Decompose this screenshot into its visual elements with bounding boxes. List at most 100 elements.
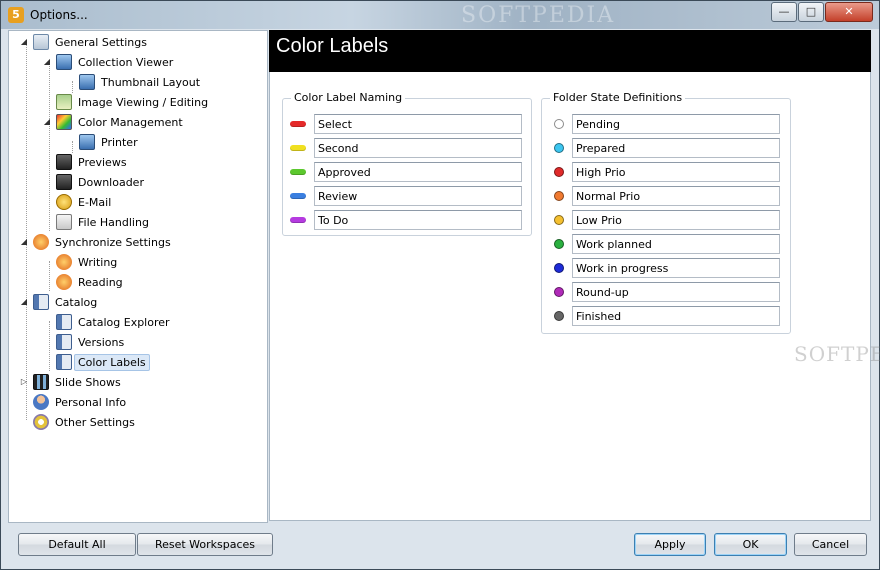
tree-item-printer[interactable]: Printer [79, 133, 138, 151]
collapse-arrow-icon[interactable]: ◢ [42, 117, 52, 127]
collapse-arrow-icon[interactable]: ◢ [42, 57, 52, 67]
monitor-icon [56, 54, 72, 70]
cancel-button[interactable]: Cancel [794, 533, 867, 556]
tree-item-catalog[interactable]: ◢ Catalog [19, 293, 97, 311]
close-button[interactable]: ✕ [825, 2, 873, 22]
state-name-field[interactable]: High Prio [572, 162, 780, 182]
settings-tree[interactable]: ◢ General Settings ◢ Collection Viewer T… [8, 30, 268, 523]
catalog-icon [33, 294, 49, 310]
state-name-field[interactable]: Finished [572, 306, 780, 326]
film-icon [33, 374, 49, 390]
collapse-arrow-icon[interactable]: ◢ [19, 297, 29, 307]
label-name-field[interactable]: Select [314, 114, 522, 134]
state-row: Work planned [542, 233, 780, 255]
red-swatch-icon [290, 121, 306, 127]
state-name-field[interactable]: Pending [572, 114, 780, 134]
tree-connector [72, 81, 73, 93]
label-row: Select [283, 113, 522, 135]
label-name-field[interactable]: Review [314, 186, 522, 206]
tree-item-downloader[interactable]: Downloader [56, 173, 144, 191]
yellow-dot-icon [554, 215, 564, 225]
state-row: Normal Prio [542, 185, 780, 207]
label-row: Review [283, 185, 522, 207]
tree-item-synchronize-settings[interactable]: ◢ Synchronize Settings [19, 233, 171, 251]
apply-button[interactable]: Apply [634, 533, 706, 556]
camera-icon [56, 174, 72, 190]
title-bar[interactable]: 5 Options... SOFTPEDIA — □ ✕ [1, 1, 879, 29]
collapse-arrow-icon[interactable]: ◢ [19, 37, 29, 47]
picture-icon [56, 94, 72, 110]
monitor-icon [79, 74, 95, 90]
gear-icon [33, 414, 49, 430]
file-icon [56, 214, 72, 230]
catalog-icon [56, 314, 72, 330]
monitor-icon [79, 134, 95, 150]
state-name-field[interactable]: Round-up [572, 282, 780, 302]
default-all-button[interactable]: Default All [18, 533, 136, 556]
sync-icon [56, 274, 72, 290]
label-name-field[interactable]: Second [314, 138, 522, 158]
tree-connector [26, 42, 27, 420]
collapse-arrow-icon[interactable]: ◢ [19, 237, 29, 247]
label-name-field[interactable]: To Do [314, 210, 522, 230]
state-name-field[interactable]: Low Prio [572, 210, 780, 230]
state-row: Work in progress [542, 257, 780, 279]
tree-item-thumbnail-layout[interactable]: Thumbnail Layout [79, 73, 200, 91]
content-panel: Color Label Naming Select Second Approve… [269, 72, 880, 521]
document-icon [33, 34, 49, 50]
gray-dot-icon [554, 311, 564, 321]
green-dot-icon [554, 239, 564, 249]
cyan-dot-icon [554, 143, 564, 153]
camera-icon [56, 154, 72, 170]
tree-item-writing[interactable]: Writing [56, 253, 117, 271]
tree-connector [49, 321, 50, 371]
color-icon [56, 114, 72, 130]
tree-item-file-handling[interactable]: File Handling [56, 213, 149, 231]
white-dot-icon [554, 119, 564, 129]
reset-workspaces-button[interactable]: Reset Workspaces [137, 533, 273, 556]
state-name-field[interactable]: Work in progress [572, 258, 780, 278]
state-row: Low Prio [542, 209, 780, 231]
tree-item-general-settings[interactable]: ◢ General Settings [19, 33, 147, 51]
tree-item-color-labels[interactable]: Color Labels [56, 353, 150, 371]
catalog-icon [56, 334, 72, 350]
label-row: To Do [283, 209, 522, 231]
tree-connector [49, 61, 50, 231]
state-name-field[interactable]: Work planned [572, 234, 780, 254]
tree-item-slide-shows[interactable]: ▷ Slide Shows [19, 373, 121, 391]
yellow-swatch-icon [290, 145, 306, 151]
state-row: High Prio [542, 161, 780, 183]
state-name-field[interactable]: Normal Prio [572, 186, 780, 206]
group-title: Folder State Definitions [550, 91, 686, 104]
state-row: Prepared [542, 137, 780, 159]
softpedia-watermark: SOFTPEDIA [794, 342, 880, 366]
ok-button[interactable]: OK [714, 533, 787, 556]
tree-item-collection-viewer[interactable]: ◢ Collection Viewer [42, 53, 173, 71]
app-icon: 5 [8, 7, 24, 23]
sync-icon [56, 254, 72, 270]
options-window: 5 Options... SOFTPEDIA — □ ✕ ◢ General S… [0, 0, 880, 570]
maximize-button[interactable]: □ [798, 2, 824, 22]
tree-item-reading[interactable]: Reading [56, 273, 123, 291]
page-header: Color Labels [269, 30, 871, 72]
tree-item-catalog-explorer[interactable]: Catalog Explorer [56, 313, 170, 331]
tree-item-email[interactable]: E-Mail [56, 193, 111, 211]
tree-item-personal-info[interactable]: Personal Info [33, 393, 126, 411]
tree-item-previews[interactable]: Previews [56, 153, 127, 171]
expand-arrow-icon[interactable]: ▷ [19, 377, 29, 387]
label-name-field[interactable]: Approved [314, 162, 522, 182]
state-row: Round-up [542, 281, 780, 303]
blue-dot-icon [554, 263, 564, 273]
folder-state-definitions-group: Folder State Definitions Pending Prepare… [541, 91, 791, 334]
tree-item-versions[interactable]: Versions [56, 333, 124, 351]
mail-icon [56, 194, 72, 210]
state-name-field[interactable]: Prepared [572, 138, 780, 158]
state-row: Pending [542, 113, 780, 135]
minimize-button[interactable]: — [771, 2, 797, 22]
sync-icon [33, 234, 49, 250]
tree-item-image-viewing-editing[interactable]: Image Viewing / Editing [56, 93, 208, 111]
tree-item-color-management[interactable]: ◢ Color Management [42, 113, 183, 131]
tree-connector [72, 141, 73, 153]
red-dot-icon [554, 167, 564, 177]
tree-item-other-settings[interactable]: Other Settings [33, 413, 135, 431]
